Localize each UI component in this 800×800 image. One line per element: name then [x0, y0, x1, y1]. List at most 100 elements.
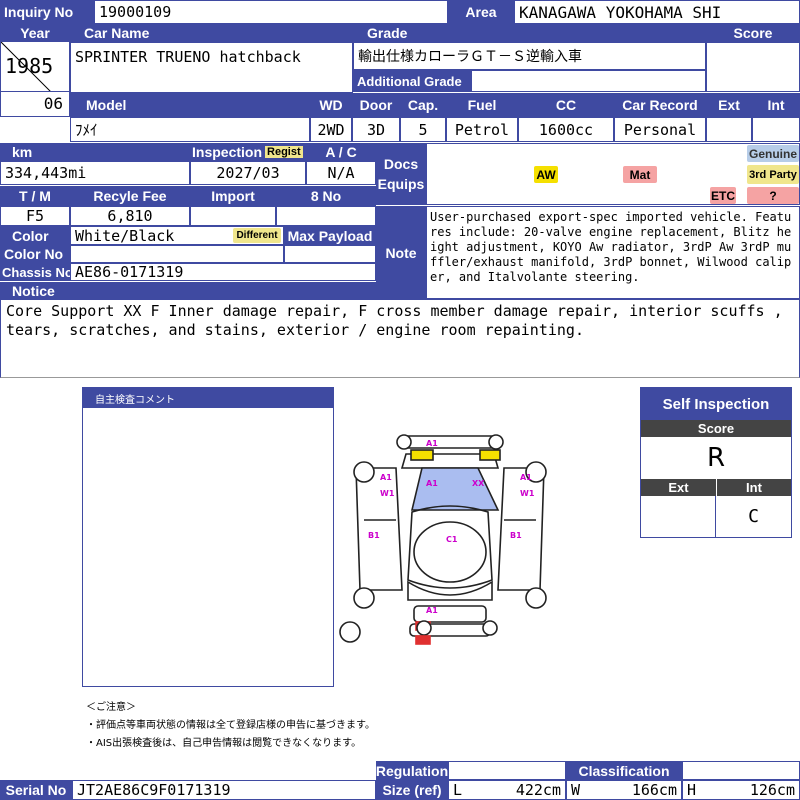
size-label: Size (ref) [376, 780, 448, 800]
self-ext-value [641, 496, 716, 537]
caution-line-1: ・評価点等車両状態の情報は全て登録店様の申告に基づきます。 [86, 720, 375, 731]
w-label: W [571, 781, 581, 799]
ext-value [706, 117, 752, 142]
inspection-label: Inspection [192, 144, 263, 160]
year-label: Year [0, 24, 70, 42]
area-label: Area [448, 0, 514, 24]
ac-value: N/A [306, 161, 376, 185]
year-bottom-spacer [0, 117, 70, 142]
colorno-label: Color No [0, 245, 70, 263]
colorno-value [70, 245, 284, 263]
recycle-value: 6,810 [70, 206, 190, 226]
grade-label: Grade [353, 24, 706, 42]
car-diagram: A1 XX A1 A1 W1 A1 W1 B1 B1 C1 A1 [339, 434, 547, 645]
self-score-value: R [706, 443, 726, 473]
h-cell: H 126cm [682, 780, 800, 800]
mark-right-b1: B1 [510, 531, 522, 540]
regist-badge: Regist [265, 146, 303, 158]
self-ext-label: Ext [641, 479, 716, 496]
carrecord-label: Car Record [614, 93, 706, 117]
note-value: User-purchased export-spec imported vehi… [426, 206, 800, 299]
fuel-label: Fuel [446, 93, 518, 117]
eightno-label: 8 No [276, 186, 376, 206]
color-label: Color [0, 226, 70, 245]
grade-value: 輸出仕様カローラＧＴ－Ｓ逆輸入車 [353, 42, 706, 70]
color-value-cell: White/Black Different [70, 226, 284, 245]
caution-line-2: ・AIS出張検査後は、自己申告情報は閲覧できなくなります。 [86, 738, 362, 749]
tm-value: F5 [0, 206, 70, 226]
eightno-value [276, 206, 376, 226]
tm-label: T / M [0, 186, 70, 206]
door-value: 3D [352, 117, 400, 142]
l-cell: L 422cm [448, 780, 566, 800]
mark-left-a1: A1 [380, 473, 392, 482]
ext-label: Ext [706, 93, 752, 117]
additional-grade-label: Additional Grade [353, 70, 471, 92]
l-value: 422cm [515, 781, 561, 799]
regulation-value [448, 761, 566, 780]
h-label: H [687, 781, 697, 799]
year-value: 1985 [5, 54, 54, 78]
classification-label: Classification [566, 761, 682, 780]
mark-rear-a1: A1 [426, 606, 438, 615]
mark-left-b1: B1 [368, 531, 380, 540]
genuine-badge: Genuine [747, 145, 799, 162]
maxpayload-value [284, 245, 376, 263]
notice-label: Notice [0, 282, 376, 299]
color-value: White/Black [75, 226, 175, 245]
classification-value [682, 761, 800, 780]
cc-value: 1600cc [518, 117, 614, 142]
self-inspection-panel: Self Inspection Score R Ext Int C [640, 387, 792, 538]
w-cell: W 166cm [566, 780, 682, 800]
chassis-label: Chassis No [0, 263, 70, 281]
self-score-label: Score [641, 420, 791, 437]
mark-front-xx: XX [472, 479, 485, 488]
etc-badge: ETC [710, 187, 736, 204]
month-value: 06 [43, 94, 63, 113]
inspection-value: 2027/03 [190, 161, 306, 185]
score-value [706, 42, 800, 92]
cc-label: CC [518, 93, 614, 117]
serial-value: JT2AE86C9F0171319 [72, 780, 376, 800]
h-value: 126cm [749, 781, 795, 799]
aw-badge: AW [534, 166, 558, 183]
self-int-label: Int [716, 479, 791, 496]
mark-left-w1: W1 [380, 489, 395, 498]
import-label: Import [190, 186, 276, 206]
comment-box: 自主検査コメント [82, 387, 334, 687]
notice-text: Core Support XX F Inner damage repair, F… [0, 299, 800, 378]
thirdparty-badge: 3rd Party [747, 165, 799, 184]
docs-area: Genuine AW Mat 3rd Party ETC ? [426, 143, 800, 205]
year-cell: 1985 [0, 42, 70, 92]
recycle-label: Recyle Fee [70, 186, 190, 206]
inquiry-value: 19000109 [94, 0, 448, 24]
question-badge: ? [747, 187, 799, 204]
carname-label: Car Name [70, 24, 353, 42]
maxpayload-label: Max Payload [284, 226, 376, 245]
additional-grade-value [471, 70, 706, 92]
fuel-value: Petrol [446, 117, 518, 142]
int-label: Int [752, 93, 800, 117]
serial-label: Serial No [0, 780, 72, 800]
mark-front-a1: A1 [426, 439, 438, 448]
carname-value: SPRINTER TRUENO hatchback [70, 42, 353, 93]
caution-title: ＜ご注意＞ [86, 702, 136, 713]
model-label: Model [70, 93, 310, 117]
score-label: Score [706, 24, 800, 42]
note-label: Note [376, 206, 426, 299]
area-value: KANAGAWA YOKOHAMA SHI [514, 0, 800, 24]
model-value: ﾌﾒｲ [70, 117, 310, 142]
wd-value: 2WD [310, 117, 352, 142]
door-label: Door [352, 93, 400, 117]
km-value: 334,443mi [0, 161, 190, 185]
regulation-label: Regulation [376, 761, 448, 780]
l-label: L [453, 781, 463, 799]
different-badge: Different [233, 228, 281, 243]
mat-badge: Mat [623, 166, 657, 183]
mark-front-right-a1: A1 [426, 479, 438, 488]
carrecord-value: Personal [614, 117, 706, 142]
cap-value: 5 [400, 117, 446, 142]
inspection-label-cell: Inspection Regist [190, 143, 306, 161]
inquiry-label: Inquiry No [0, 0, 94, 24]
mark-roof-c1: C1 [446, 535, 458, 544]
